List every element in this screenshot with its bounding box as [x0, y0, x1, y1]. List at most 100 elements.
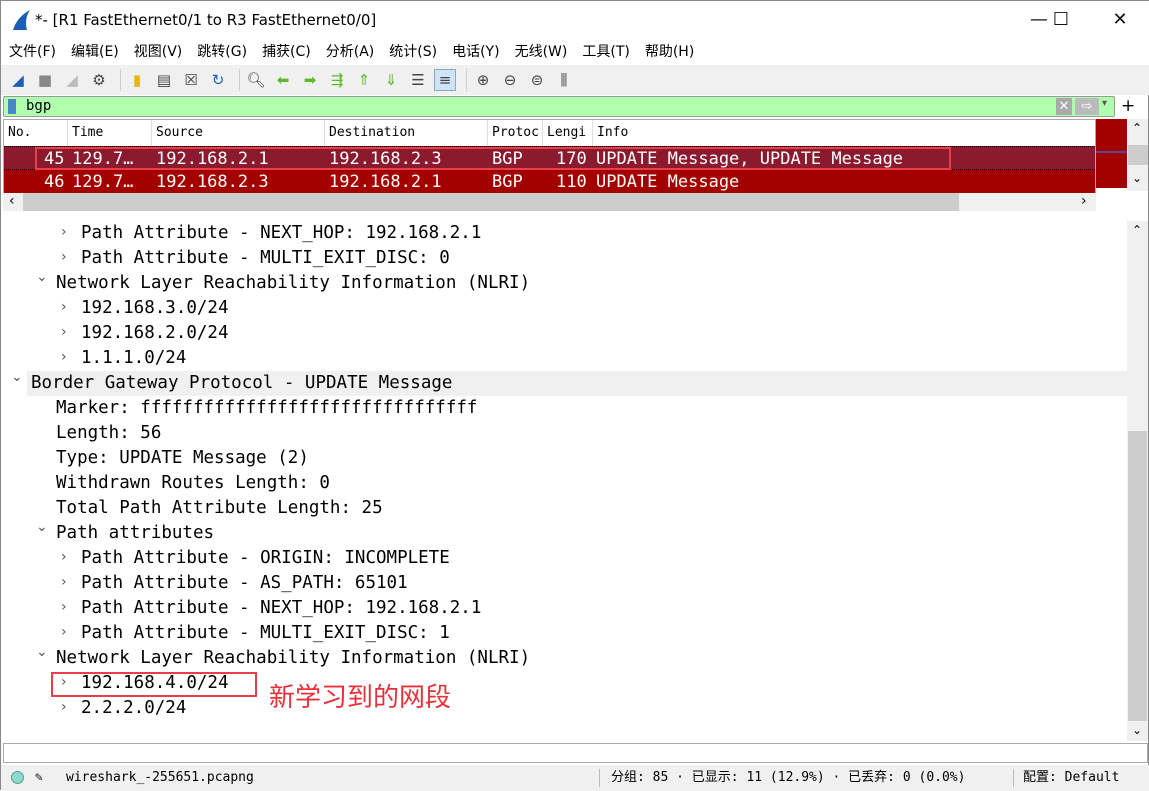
menu-edit[interactable]: 编辑(E): [71, 39, 119, 65]
capture-options-icon[interactable]: ⚙: [88, 69, 110, 91]
packet-details-tree: › Path Attribute - NEXT_HOP: 192.168.2.1 ›…: [3, 221, 1127, 741]
zoom-reset-icon[interactable]: ⊜: [526, 69, 548, 91]
tree-item[interactable]: 1.1.1.0/24: [81, 346, 186, 371]
chevron-down-icon[interactable]: ⌄: [36, 519, 48, 535]
go-first-icon[interactable]: ⇑: [353, 69, 375, 91]
packet-list-hscroll[interactable]: ‹ ›: [3, 193, 1096, 211]
expert-info-icon[interactable]: [11, 771, 24, 784]
scroll-left-icon[interactable]: ‹: [9, 193, 15, 209]
tree-item[interactable]: Type: UPDATE Message (2): [56, 446, 309, 471]
bookmark-icon[interactable]: [8, 99, 16, 114]
chevron-right-icon[interactable]: ›: [61, 699, 67, 715]
go-to-packet-icon[interactable]: ⇶: [326, 69, 348, 91]
start-capture-icon[interactable]: ◢: [7, 69, 29, 91]
hscroll-thumb[interactable]: [23, 193, 959, 211]
filter-dropdown-icon[interactable]: ▾: [1102, 98, 1107, 109]
chevron-right-icon[interactable]: ›: [61, 324, 67, 340]
apply-filter-icon[interactable]: ⇨: [1075, 98, 1099, 115]
scroll-down-icon[interactable]: ⌄: [1132, 171, 1142, 185]
details-vscroll[interactable]: ⌃ ⌄: [1127, 221, 1148, 741]
tree-item[interactable]: Network Layer Reachability Information (…: [56, 271, 530, 296]
go-last-icon[interactable]: ⇓: [380, 69, 402, 91]
chevron-right-icon[interactable]: ›: [61, 574, 67, 590]
go-back-icon[interactable]: ⬅: [272, 69, 294, 91]
tree-item[interactable]: Border Gateway Protocol - UPDATE Message: [31, 371, 452, 396]
close-file-icon[interactable]: ☒: [180, 69, 202, 91]
menu-statistics[interactable]: 统计(S): [389, 39, 437, 65]
menu-analyze[interactable]: 分析(A): [326, 39, 375, 65]
column-header-protocol[interactable]: Protoc: [488, 120, 543, 146]
main-toolbar: ◢ ■ ◢ ⚙ ▮ ▤ ☒ ↻ 🔍︎ ⬅ ➡ ⇶ ⇑ ⇓ ☰ ≡ ⊕ ⊖ ⊜ ⫼: [1, 65, 1149, 95]
column-header-time[interactable]: Time: [68, 120, 152, 146]
tree-item[interactable]: Path Attribute - MULTI_EXIT_DISC: 0: [81, 246, 450, 271]
chevron-right-icon[interactable]: ›: [61, 249, 67, 265]
column-header-destination[interactable]: Destination: [325, 120, 488, 146]
display-filter-input[interactable]: bgp ✕ ⇨ ▾: [3, 96, 1115, 117]
menu-telephony[interactable]: 电话(Y): [452, 39, 499, 65]
tree-item[interactable]: Path Attribute - MULTI_EXIT_DISC: 1: [81, 621, 450, 646]
tree-item[interactable]: Withdrawn Routes Length: 0: [56, 471, 330, 496]
tree-item[interactable]: Path Attribute - NEXT_HOP: 192.168.2.1: [81, 596, 481, 621]
tree-item[interactable]: Path Attribute - ORIGIN: INCOMPLETE: [81, 546, 450, 571]
tree-item[interactable]: Total Path Attribute Length: 25: [56, 496, 383, 521]
capture-comment-icon[interactable]: ✎: [35, 765, 43, 791]
save-file-icon[interactable]: ▤: [153, 69, 175, 91]
stop-capture-icon[interactable]: ■: [34, 69, 56, 91]
chevron-right-icon[interactable]: ›: [61, 624, 67, 640]
resize-columns-icon[interactable]: ⫼: [553, 69, 575, 91]
scroll-right-icon[interactable]: ›: [1081, 193, 1087, 209]
chevron-down-icon[interactable]: ⌄: [11, 369, 23, 385]
column-header-no[interactable]: No.: [4, 120, 68, 146]
tree-item[interactable]: 2.2.2.0/24: [81, 696, 186, 721]
packet-list-vscroll[interactable]: ⌃ ⌄: [1128, 119, 1148, 191]
column-header-length[interactable]: Lengi: [543, 120, 593, 146]
chevron-down-icon[interactable]: ⌄: [36, 269, 48, 285]
packet-minimap[interactable]: [1096, 119, 1127, 191]
tree-item[interactable]: Length: 56: [56, 421, 161, 446]
column-header-info[interactable]: Info: [593, 120, 1093, 146]
scroll-thumb[interactable]: [1128, 431, 1147, 721]
menu-help[interactable]: 帮助(H): [645, 39, 694, 65]
menu-capture[interactable]: 捕获(C): [262, 39, 311, 65]
zoom-in-icon[interactable]: ⊕: [472, 69, 494, 91]
close-button[interactable]: ✕: [1098, 5, 1142, 35]
tree-item[interactable]: Path Attribute - AS_PATH: 65101: [81, 571, 408, 596]
menu-go[interactable]: 跳转(G): [197, 39, 247, 65]
column-header-source[interactable]: Source: [152, 120, 325, 146]
tree-item[interactable]: 192.168.2.0/24: [81, 321, 229, 346]
menu-tools[interactable]: 工具(T): [582, 39, 629, 65]
chevron-right-icon[interactable]: ›: [61, 224, 67, 240]
status-profile[interactable]: 配置: Default: [1023, 765, 1119, 791]
menu-wireless[interactable]: 无线(W): [515, 39, 568, 65]
chevron-right-icon[interactable]: ›: [61, 349, 67, 365]
scroll-thumb[interactable]: [1128, 145, 1148, 165]
clear-filter-icon[interactable]: ✕: [1056, 98, 1072, 115]
colorize-icon[interactable]: ≡: [434, 69, 456, 91]
maximize-button[interactable]: ☐: [1039, 5, 1083, 35]
reload-file-icon[interactable]: ↻: [207, 69, 229, 91]
go-forward-icon[interactable]: ➡: [299, 69, 321, 91]
open-file-icon[interactable]: ▮: [126, 69, 148, 91]
scroll-down-icon[interactable]: ⌄: [1132, 723, 1142, 737]
cell-protocol: BGP: [492, 172, 523, 192]
tree-item[interactable]: Path attributes: [56, 521, 214, 546]
chevron-right-icon[interactable]: ›: [61, 549, 67, 565]
restart-capture-icon[interactable]: ◢: [61, 69, 83, 91]
tree-item[interactable]: Marker: ffffffffffffffffffffffffffffffff: [56, 396, 477, 421]
chevron-right-icon[interactable]: ›: [61, 299, 67, 315]
chevron-down-icon[interactable]: ⌄: [36, 644, 48, 660]
packet-row[interactable]: 46 129.7… 192.168.2.3 192.168.2.1 BGP 11…: [4, 170, 1095, 194]
status-filename: wireshark_-255651.pcapng: [66, 770, 254, 785]
menu-view[interactable]: 视图(V): [134, 39, 183, 65]
add-filter-button[interactable]: +: [1121, 96, 1135, 116]
menu-file[interactable]: 文件(F): [9, 39, 56, 65]
chevron-right-icon[interactable]: ›: [61, 599, 67, 615]
scroll-up-icon[interactable]: ⌃: [1132, 223, 1142, 237]
scroll-up-icon[interactable]: ⌃: [1132, 121, 1142, 135]
zoom-out-icon[interactable]: ⊖: [499, 69, 521, 91]
autoscroll-icon[interactable]: ☰: [407, 69, 429, 91]
tree-item[interactable]: Network Layer Reachability Information (…: [56, 646, 530, 671]
find-packet-icon[interactable]: 🔍︎: [245, 69, 267, 91]
tree-item[interactable]: Path Attribute - NEXT_HOP: 192.168.2.1: [81, 221, 481, 246]
tree-item[interactable]: 192.168.3.0/24: [81, 296, 229, 321]
